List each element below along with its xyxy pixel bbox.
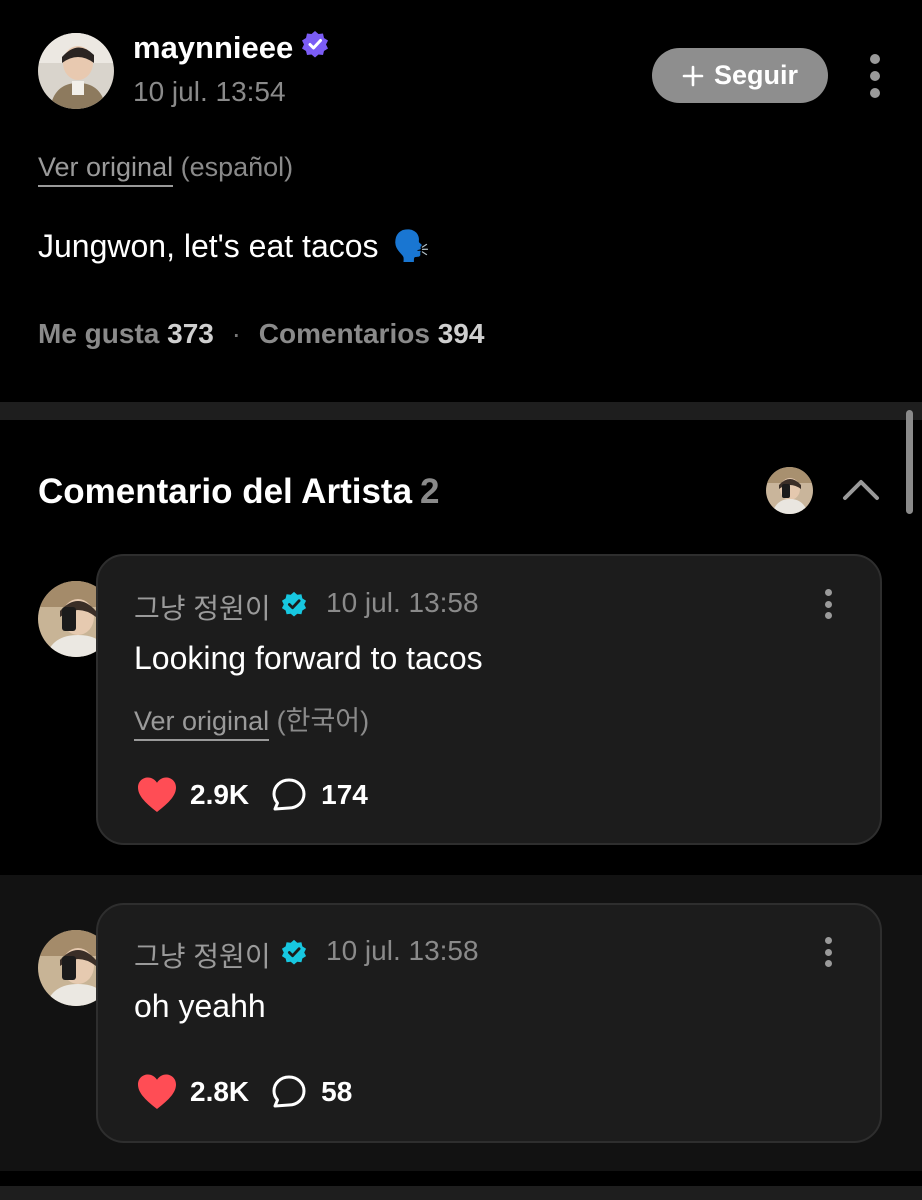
artist-comments-title-text: Comentario del Artista <box>38 472 413 511</box>
speaking-head-emoji: 🗣️ <box>392 230 430 263</box>
artist-comment-card: 그냥 정원이 10 jul. 13:58 Looking forward to … <box>96 554 882 845</box>
comment-author[interactable]: 그냥 정원이 <box>134 935 307 975</box>
post-timestamp: 10 jul. 13:54 <box>133 76 286 107</box>
comment-reply-count: 58 <box>321 1076 353 1107</box>
comment-text: oh yeahh <box>134 988 266 1024</box>
comment-stats: 2.9K 174 <box>136 776 368 814</box>
verified-badge-icon <box>281 591 307 624</box>
artist-comments-title: Comentario del Artista 2 <box>38 472 440 512</box>
post-stats: Me gusta 373 · Comentarios 394 <box>38 318 484 350</box>
username-text: maynnieee <box>133 30 294 65</box>
likes-count: 373 <box>167 318 214 349</box>
artist-comment-card: 그냥 정원이 10 jul. 13:58 oh yeahh 2.8K 58 <box>96 903 882 1143</box>
heart-icon[interactable] <box>136 1073 178 1111</box>
likes-label[interactable]: Me gusta <box>38 318 159 349</box>
ver-original-link[interactable]: Ver original <box>134 706 270 741</box>
comment-like-count: 2.9K <box>190 779 250 810</box>
comment-like-count: 2.8K <box>190 1076 250 1107</box>
collapse-chevron-up-icon[interactable] <box>842 476 880 507</box>
artist-avatar-small[interactable] <box>766 467 813 514</box>
heart-icon[interactable] <box>136 776 178 814</box>
reply-bubble-icon[interactable] <box>271 1074 307 1110</box>
follow-button[interactable]: Seguir <box>652 48 828 103</box>
plus-icon <box>682 65 704 86</box>
original-language-label: (español) <box>180 152 294 182</box>
reply-bubble-icon[interactable] <box>271 777 307 813</box>
post-author-avatar[interactable] <box>38 33 114 109</box>
comments-count: 394 <box>437 318 485 349</box>
stats-separator: · <box>231 318 241 349</box>
comment-author-name: 그냥 정원이 <box>134 593 271 624</box>
post-text: Jungwon, let's eat tacos <box>38 228 379 264</box>
post-username[interactable]: maynnieee <box>133 30 329 66</box>
comment-text: Looking forward to tacos <box>134 640 483 676</box>
comment-timestamp: 10 jul. 13:58 <box>326 935 479 966</box>
comment-timestamp: 10 jul. 13:58 <box>326 587 479 618</box>
artist-comments-count: 2 <box>420 472 440 511</box>
bottom-divider <box>0 1186 922 1200</box>
comment-reply-count: 174 <box>321 779 368 810</box>
follow-button-label: Seguir <box>713 60 799 90</box>
verified-badge-icon <box>281 939 307 972</box>
comments-label[interactable]: Comentarios <box>259 318 430 349</box>
post-more-options-icon[interactable] <box>865 54 885 98</box>
ver-original-link[interactable]: Ver original <box>38 152 174 187</box>
post-translation-row: Ver original (español) <box>38 152 294 187</box>
post-content: Jungwon, let's eat tacos 🗣️ <box>38 228 430 265</box>
comment-more-options-icon[interactable] <box>820 937 836 967</box>
comment-more-options-icon[interactable] <box>820 589 836 619</box>
comment-author[interactable]: 그냥 정원이 <box>134 587 307 627</box>
scrollbar[interactable] <box>906 410 913 514</box>
verified-badge-icon <box>301 30 329 66</box>
comment-author-name: 그냥 정원이 <box>134 941 271 972</box>
comment-translation-row: Ver original (한국어) <box>134 699 370 741</box>
comment-stats: 2.8K 58 <box>136 1073 352 1111</box>
section-divider <box>0 402 922 420</box>
original-language-label: (한국어) <box>276 706 370 736</box>
